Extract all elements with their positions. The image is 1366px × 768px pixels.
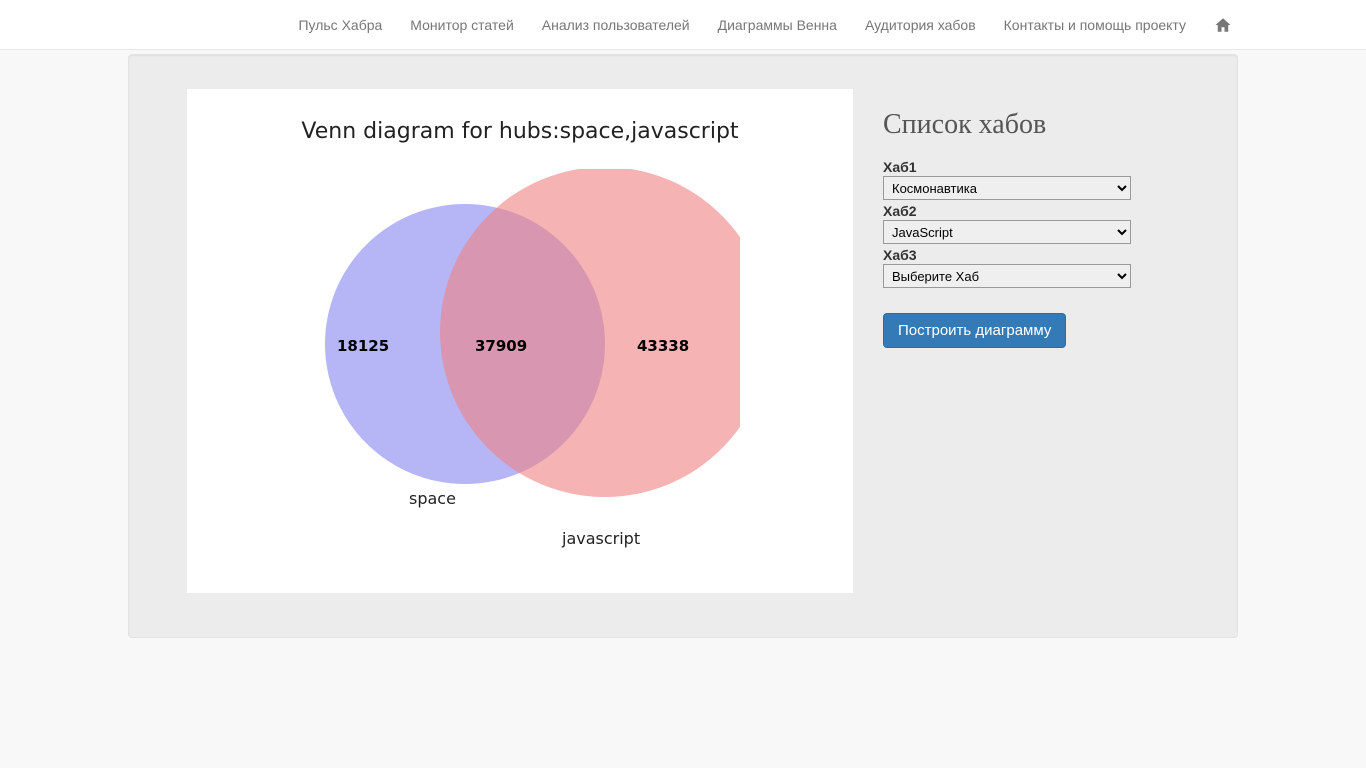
nav-link-contacts[interactable]: Контакты и помощь проекту bbox=[990, 2, 1200, 48]
nav-link-venn[interactable]: Диаграммы Венна bbox=[704, 2, 851, 48]
sidebar: Список хабов Хаб1 Космонавтика Хаб2 Java… bbox=[883, 89, 1179, 593]
main-container: Venn diagram for hubs:space,javascript 1… bbox=[113, 54, 1253, 638]
top-navbar: Пульс Хабра Монитор статей Анализ пользо… bbox=[0, 0, 1366, 50]
hub2-label: Хаб2 bbox=[883, 203, 1179, 219]
hub1-label: Хаб1 bbox=[883, 159, 1179, 175]
nav-link-audience[interactable]: Аудитория хабов bbox=[851, 2, 990, 48]
hub1-select[interactable]: Космонавтика bbox=[883, 176, 1131, 200]
venn-label-javascript: javascript bbox=[562, 529, 640, 548]
hub1-group: Хаб1 Космонавтика bbox=[883, 159, 1179, 203]
nav-link-pulse[interactable]: Пульс Хабра bbox=[284, 2, 396, 48]
venn-value-right: 43338 bbox=[637, 337, 689, 355]
hub3-select[interactable]: Выберите Хаб bbox=[883, 264, 1131, 288]
sidebar-heading: Список хабов bbox=[883, 109, 1179, 141]
hub3-group: Хаб3 Выберите Хаб bbox=[883, 247, 1179, 291]
build-diagram-button[interactable]: Построить диаграмму bbox=[883, 313, 1066, 348]
nav-link-users[interactable]: Анализ пользователей bbox=[528, 2, 704, 48]
hub2-group: Хаб2 JavaScript bbox=[883, 203, 1179, 247]
venn-value-intersection: 37909 bbox=[475, 337, 527, 355]
venn-title: Venn diagram for hubs:space,javascript bbox=[187, 89, 853, 144]
nav-items: Пульс Хабра Монитор статей Анализ пользо… bbox=[284, 2, 1246, 48]
hub2-select[interactable]: JavaScript bbox=[883, 220, 1131, 244]
content-panel: Venn diagram for hubs:space,javascript 1… bbox=[128, 54, 1238, 638]
venn-value-left: 18125 bbox=[337, 337, 389, 355]
home-icon[interactable] bbox=[1200, 4, 1246, 46]
venn-label-space: space bbox=[409, 489, 456, 508]
nav-link-monitor[interactable]: Монитор статей bbox=[396, 2, 527, 48]
hub3-label: Хаб3 bbox=[883, 247, 1179, 263]
venn-diagram-area: Venn diagram for hubs:space,javascript 1… bbox=[187, 89, 853, 593]
